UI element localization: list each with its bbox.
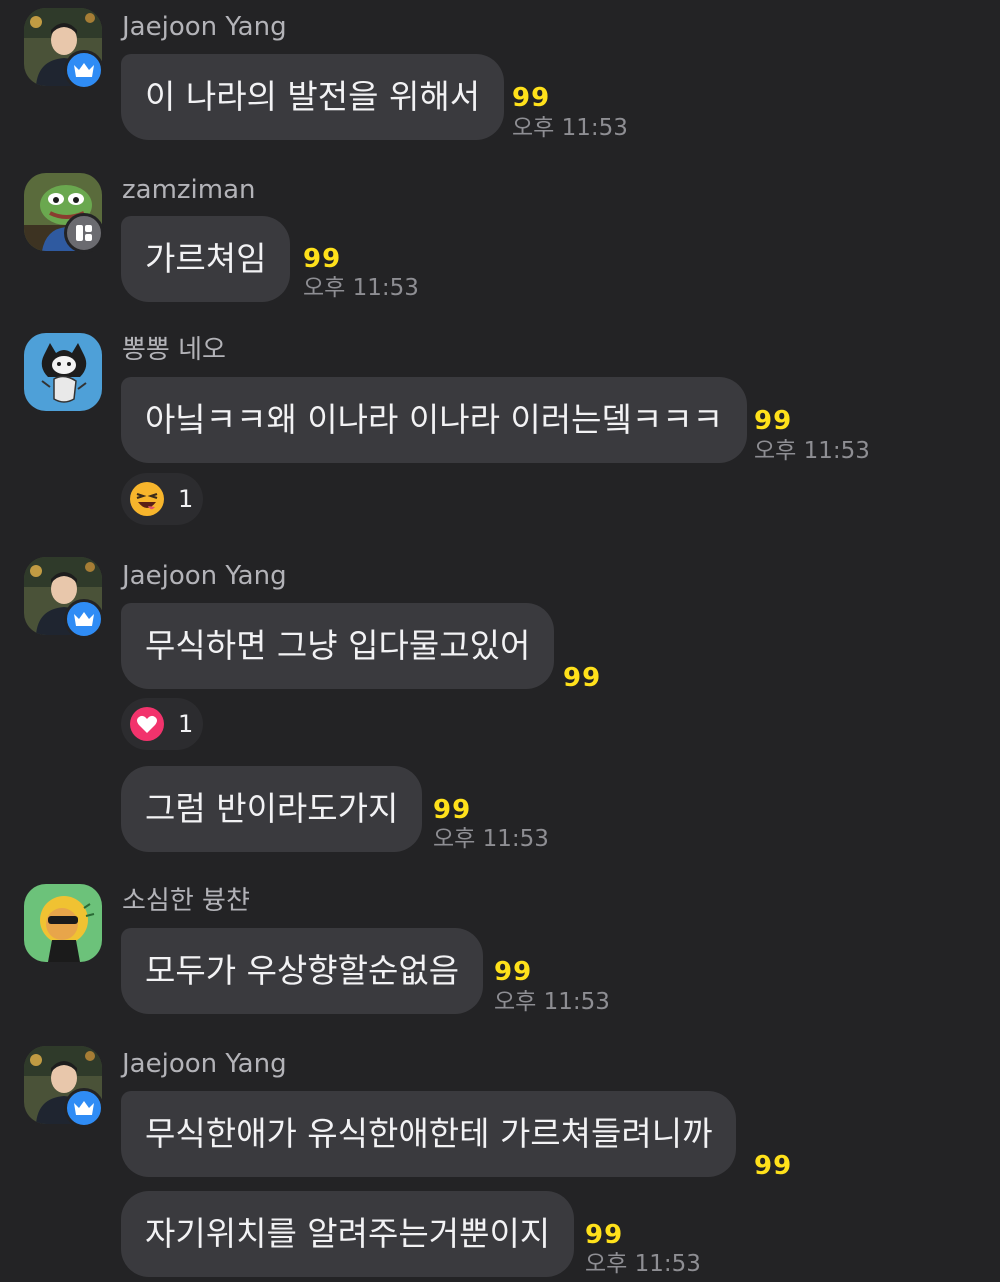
unread-count: 99 xyxy=(754,1151,793,1181)
message-time: 오후 11:53 xyxy=(494,989,610,1015)
crown-icon xyxy=(64,1088,104,1128)
unread-count: 99 xyxy=(494,957,533,987)
cartoon-cat-icon[interactable] xyxy=(24,333,102,411)
message-time: 오후 11:53 xyxy=(585,1251,701,1277)
unread-count: 99 xyxy=(563,663,602,693)
laughing-emoji-icon xyxy=(129,481,165,517)
unread-count: 99 xyxy=(754,406,793,436)
message-time: 오후 11:53 xyxy=(512,115,628,141)
sender-name: Jaejoon Yang xyxy=(122,12,287,42)
heart-icon xyxy=(129,706,165,742)
reaction-count: 1 xyxy=(178,710,194,738)
message-bubble[interactable]: 자기위치를 알려주는거뿐이지 xyxy=(121,1191,575,1277)
crown-icon xyxy=(64,599,104,639)
sender-name: Jaejoon Yang xyxy=(122,561,287,591)
message-time: 오후 11:53 xyxy=(754,438,870,464)
sender-name: 뽕뽕 네오 xyxy=(122,335,226,365)
cartoon-lion-icon[interactable] xyxy=(24,884,102,962)
message-bubble[interactable]: 모두가 우상향할순없음 xyxy=(121,928,484,1014)
crown-icon xyxy=(64,50,104,90)
sender-name: zamziman xyxy=(122,175,256,205)
message-bubble[interactable]: 무식한애가 유식한애한테 가르쳐들려니까 xyxy=(121,1091,737,1177)
message-bubble[interactable]: 이 나라의 발전을 위해서 xyxy=(121,54,505,140)
chat-room: Jaejoon Yang 이 나라의 발전을 위해서 99 오후 11:53 z… xyxy=(0,0,1000,1282)
unread-count: 99 xyxy=(303,244,342,274)
manager-icon xyxy=(64,213,104,253)
reaction-count: 1 xyxy=(178,485,194,513)
message-time: 오후 11:53 xyxy=(433,826,549,852)
unread-count: 99 xyxy=(512,83,551,113)
unread-count: 99 xyxy=(433,795,472,825)
message-bubble[interactable]: 그럼 반이라도가지 xyxy=(121,766,423,852)
reaction-chip[interactable]: 1 xyxy=(121,698,203,750)
message-time: 오후 11:53 xyxy=(303,275,419,301)
unread-count: 99 xyxy=(585,1220,624,1250)
sender-name: 소심한 븅챤 xyxy=(122,886,250,916)
sender-name: Jaejoon Yang xyxy=(122,1049,287,1079)
reaction-chip[interactable]: 1 xyxy=(121,473,203,525)
message-bubble[interactable]: 가르쳐임 xyxy=(121,216,291,302)
message-bubble[interactable]: 무식하면 그냥 입다물고있어 xyxy=(121,603,555,689)
message-bubble[interactable]: 아닠ㅋㅋ왜 이나라 이나라 이러는뎈ㅋㅋㅋ xyxy=(121,377,747,463)
